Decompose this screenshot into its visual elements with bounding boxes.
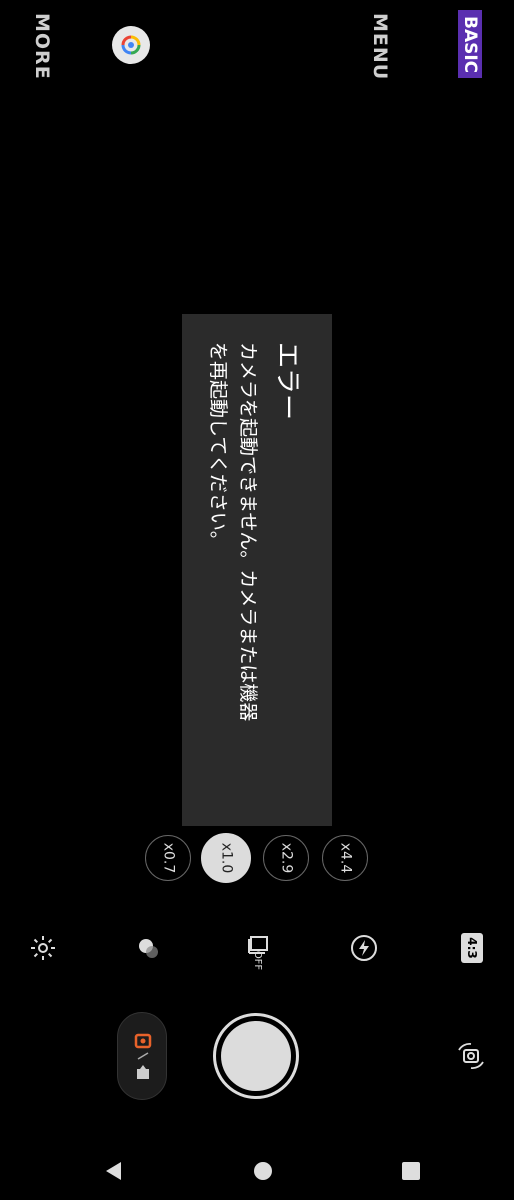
basic-mode-badge[interactable]: BASIC: [458, 10, 482, 78]
photo-video-toggle[interactable]: [117, 1012, 167, 1100]
dialog-title: エラー: [272, 342, 302, 421]
switch-camera-icon: [458, 1043, 484, 1069]
nav-back-button[interactable]: [102, 1159, 126, 1183]
zoom-button-2-9[interactable]: x2.9: [263, 835, 309, 881]
zoom-label: x4.4: [337, 842, 353, 874]
nav-recents-button[interactable]: [399, 1159, 423, 1183]
shutter-inner: [221, 1021, 291, 1091]
brightness-icon: [31, 936, 55, 960]
more-button[interactable]: MORE: [31, 13, 53, 80]
menu-button[interactable]: MENU: [369, 13, 391, 80]
aspect-ratio-label: 4:3: [465, 937, 479, 959]
shutter-button[interactable]: [213, 1013, 299, 1099]
zoom-label: x0.7: [160, 842, 176, 874]
google-lens-button[interactable]: [112, 26, 150, 64]
brightness-button[interactable]: [23, 928, 63, 968]
zoom-button-0-7[interactable]: x0.7: [145, 835, 191, 881]
zoom-button-4-4[interactable]: x4.4: [322, 835, 368, 881]
flash-auto-icon: [351, 935, 377, 961]
flash-button[interactable]: [344, 928, 384, 968]
home-circle-icon: [254, 1162, 272, 1180]
dialog-message-line-2: を再起動してください。: [207, 342, 229, 550]
switch-camera-button[interactable]: [451, 1036, 491, 1076]
zoom-button-1-0[interactable]: x1.0: [201, 833, 251, 883]
back-triangle-icon: [106, 1162, 121, 1180]
error-dialog: エラー カメラを起動できません。カメラまたは機器 を再起動してください。: [182, 314, 332, 826]
dialog-message-line-1: カメラを起動できません。カメラまたは機器: [237, 342, 259, 722]
hdr-off-label: OFF: [252, 950, 264, 970]
hdr-button[interactable]: OFF: [236, 925, 280, 973]
photo-video-icon: [134, 1033, 152, 1079]
zoom-label: x1.0: [218, 842, 234, 874]
bokeh-icon: [139, 939, 158, 958]
google-lens-icon: [121, 35, 141, 55]
bokeh-button[interactable]: [128, 928, 168, 968]
recents-square-icon: [402, 1162, 420, 1180]
zoom-label: x2.9: [278, 842, 294, 874]
aspect-ratio-button[interactable]: 4:3: [452, 928, 492, 968]
nav-home-button[interactable]: [251, 1159, 275, 1183]
